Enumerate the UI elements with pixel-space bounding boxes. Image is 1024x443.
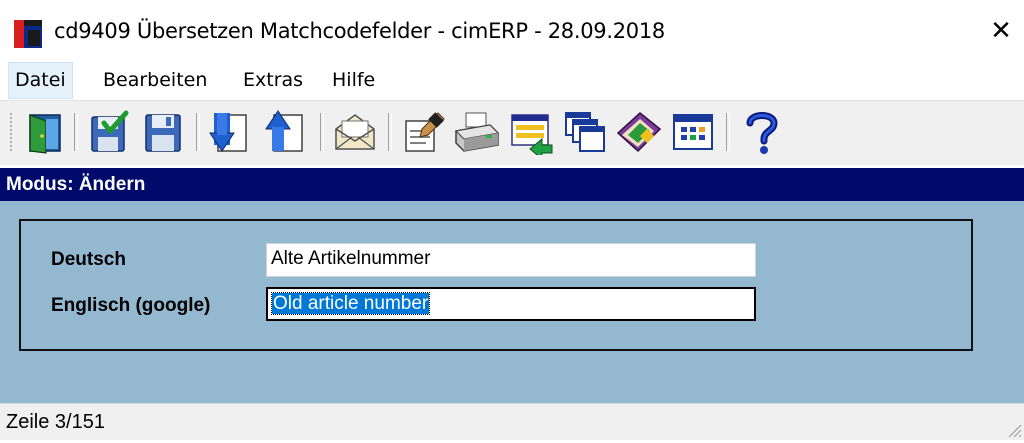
toolbar-separator xyxy=(320,113,324,151)
exit-door-icon[interactable] xyxy=(22,109,68,155)
transfer-list-icon[interactable] xyxy=(508,109,554,155)
toolbar-separator xyxy=(388,113,392,151)
english-label: Englisch (google) xyxy=(51,295,211,316)
form-area: Deutsch Alte Artikelnummer Englisch (goo… xyxy=(0,201,1024,403)
menu-datei[interactable]: Datei xyxy=(8,62,73,99)
next-record-icon[interactable] xyxy=(208,109,254,155)
window-title: cd9409 Übersetzen Matchcodefelder - cimE… xyxy=(54,19,665,43)
english-field-selected-text: Old article number xyxy=(270,292,431,315)
bookmark-book-icon[interactable] xyxy=(616,109,662,155)
toolbar-separator xyxy=(74,113,78,151)
menu-bearbeiten[interactable]: Bearbeiten xyxy=(97,62,213,99)
save-icon[interactable] xyxy=(140,109,186,155)
calendar-grid-icon[interactable] xyxy=(670,109,716,155)
previous-record-icon[interactable] xyxy=(262,109,308,155)
status-row-counter: Zeile 3/151 xyxy=(6,411,105,433)
menu-hilfe[interactable]: Hilfe xyxy=(326,62,381,99)
resize-grip-icon[interactable] xyxy=(1004,420,1022,438)
german-field[interactable]: Alte Artikelnummer xyxy=(266,243,756,277)
toolbar-separator xyxy=(726,113,730,151)
help-icon[interactable] xyxy=(738,109,784,155)
windows-cascade-icon[interactable] xyxy=(562,109,608,155)
menu-bar: Datei Bearbeiten Extras Hilfe xyxy=(0,62,1024,99)
mode-bar: Modus: Ändern xyxy=(0,168,1024,201)
mode-label: Modus: Ändern xyxy=(6,174,146,195)
toolbar-separator xyxy=(196,113,200,151)
german-label: Deutsch xyxy=(51,249,126,270)
save-confirm-icon[interactable] xyxy=(86,109,132,155)
print-icon[interactable] xyxy=(454,109,500,155)
menu-extras[interactable]: Extras xyxy=(237,62,309,99)
edit-note-icon[interactable] xyxy=(400,109,446,155)
mail-icon[interactable] xyxy=(332,109,378,155)
status-bar: Zeile 3/151 xyxy=(0,403,1024,440)
translation-panel: Deutsch Alte Artikelnummer Englisch (goo… xyxy=(19,219,973,351)
english-field[interactable]: Old article number xyxy=(266,287,756,321)
title-bar: cd9409 Übersetzen Matchcodefelder - cimE… xyxy=(0,0,1024,62)
toolbar-grip xyxy=(10,113,12,151)
toolbar xyxy=(0,100,1024,165)
close-button[interactable]: ✕ xyxy=(984,14,1018,48)
app-icon xyxy=(14,20,42,48)
